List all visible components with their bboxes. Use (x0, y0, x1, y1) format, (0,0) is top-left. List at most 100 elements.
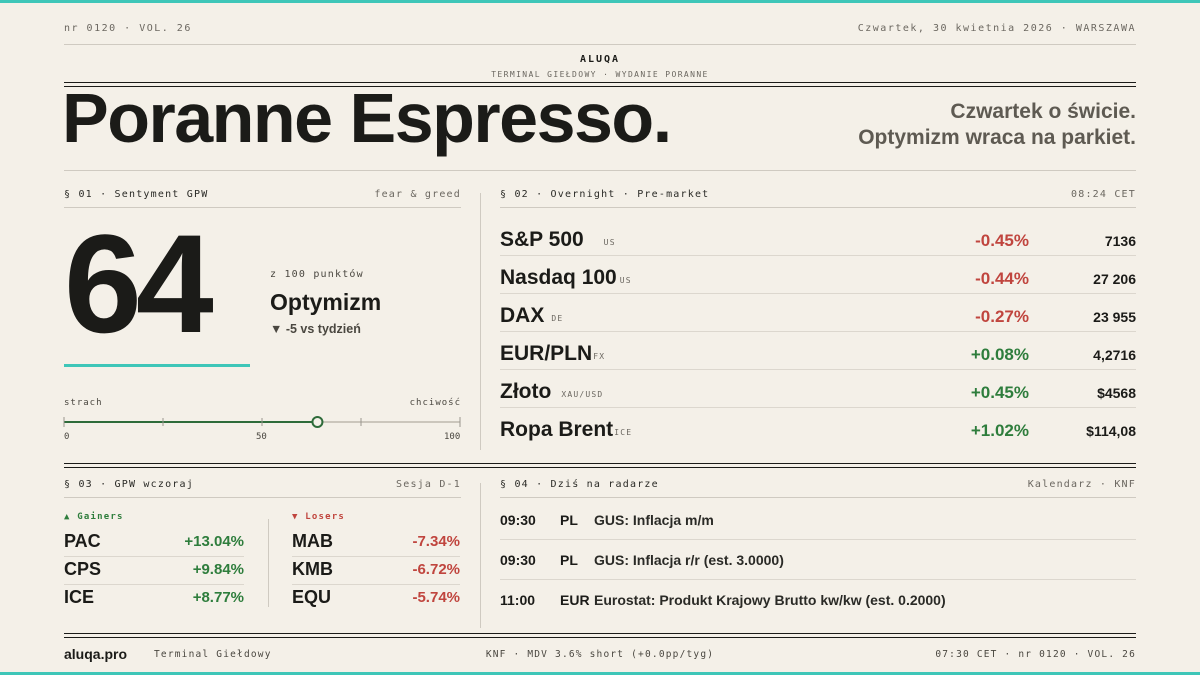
calendar-event: 09:30 PL GUS: Inflacja m/m (500, 500, 1136, 540)
gainer-row: PAC +13.04% (64, 529, 244, 557)
market-value: $4568 (1097, 385, 1136, 401)
loser-row: KMB -6.72% (292, 557, 460, 585)
market-name: Nasdaq 100 (500, 266, 617, 289)
sentiment-change: ▼ -5 vs tydzień (270, 322, 361, 336)
sentiment-score: 64 (64, 205, 214, 362)
column-divider (480, 483, 481, 628)
market-region: US (603, 238, 616, 247)
sentiment-section-label: § 01 · Sentyment GPW (64, 189, 209, 200)
losers-label: ▼ Losers (292, 512, 345, 522)
radar-section-label: § 04 · Dziś na radarze (500, 479, 659, 490)
sentiment-right-label: fear & greed (374, 189, 461, 200)
tagline-line-1: Czwartek o świcie. (950, 100, 1136, 123)
market-name: S&P 500 (500, 228, 584, 251)
sentiment-gauge (63, 416, 461, 428)
market-row-sp500: S&P 500 US -0.45% 7136 (500, 218, 1136, 256)
tagline-line-2: Optymizm wraca na parkiet. (858, 126, 1136, 149)
market-region: US (619, 276, 632, 285)
gainer-row: CPS +9.84% (64, 557, 244, 585)
gauge-marker (311, 416, 324, 428)
market-region: FX (593, 352, 606, 361)
loser-row: EQU -5.74% (292, 585, 460, 613)
calendar-event: 11:00 EUR Eurostat: Produkt Krajowy Brut… (500, 580, 1136, 620)
gauge-left-label: strach (64, 398, 103, 408)
market-name: EUR/PLN (500, 342, 593, 365)
ticker-change: +9.84% (192, 561, 244, 578)
score-scale: z 100 punktów (270, 269, 364, 280)
brand-name: ALUQA (579, 54, 621, 65)
gauge-right-label: chciwość (409, 398, 461, 408)
market-value: 23 955 (1093, 309, 1136, 325)
market-row-gold: Złoto XAU/USD +0.45% $4568 (500, 370, 1136, 408)
ticker: ICE (64, 587, 95, 607)
market-value: 27 206 (1093, 271, 1136, 287)
market-change: +0.45% (970, 383, 1029, 402)
score-underline (64, 364, 250, 367)
issue-number: nr 0120 · VOL. 26 (64, 23, 192, 34)
divider (64, 637, 1136, 638)
event-title: GUS: Inflacja r/r (est. 3.0000) (594, 552, 784, 568)
event-time: 11:00 (500, 592, 536, 608)
yesterday-section-label: § 03 · GPW wczoraj (64, 479, 194, 490)
ticker-change: -7.34% (412, 533, 460, 550)
radar-right-label: Kalendarz · KNF (1027, 479, 1136, 490)
divider (64, 463, 1136, 464)
sentiment-mood: Optymizm (270, 289, 382, 315)
market-region: XAU/USD (561, 390, 604, 399)
market-change: +1.02% (970, 421, 1029, 440)
market-value: $114,08 (1086, 423, 1136, 439)
gauge-tick-label: 0 (64, 432, 70, 442)
ticker: MAB (292, 531, 333, 551)
gauge-tick-label: 100 (444, 432, 461, 442)
divider (64, 467, 1136, 468)
ticker-change: -6.72% (412, 561, 460, 578)
divider (64, 497, 461, 498)
calendar-event: 09:30 PL GUS: Inflacja r/r (est. 3.0000) (500, 540, 1136, 580)
divider (500, 497, 1136, 498)
market-change: -0.45% (975, 231, 1029, 250)
ticker-change: +13.04% (184, 533, 244, 550)
divider (64, 633, 1136, 634)
market-change: -0.44% (975, 269, 1029, 288)
market-region: DE (551, 314, 564, 323)
event-time: 09:30 (500, 552, 536, 568)
column-divider (480, 193, 481, 450)
market-row-dax: DAX DE -0.27% 23 955 (500, 294, 1136, 332)
market-name: Ropa Brent (500, 418, 614, 441)
gainers-label: ▲ Gainers (64, 512, 124, 522)
footer-issue-info: 07:30 CET · nr 0120 · VOL. 26 (935, 649, 1136, 660)
ticker: EQU (292, 587, 332, 607)
market-row-eurpln: EUR/PLNFX +0.08% 4,2716 (500, 332, 1136, 370)
event-title: Eurostat: Produkt Krajowy Brutto kw/kw (… (594, 592, 946, 608)
event-country: PL (560, 512, 578, 528)
column-divider (268, 519, 269, 607)
overnight-section-label: § 02 · Overnight · Pre-market (500, 189, 710, 200)
ticker: PAC (64, 531, 101, 551)
ticker: KMB (292, 559, 333, 579)
event-country: EUR (560, 592, 590, 608)
event-time: 09:30 (500, 512, 536, 528)
loser-row: MAB -7.34% (292, 529, 460, 557)
dateline: Czwartek, 30 kwietnia 2026 · WARSZAWA (857, 23, 1136, 34)
market-change: -0.27% (975, 307, 1029, 326)
market-row-nasdaq100: Nasdaq 100 US -0.44% 27 206 (500, 256, 1136, 294)
market-change: +0.08% (970, 345, 1029, 364)
ticker-change: -5.74% (412, 589, 460, 606)
ticker-change: +8.77% (192, 589, 244, 606)
overnight-time: 08:24 CET (1071, 189, 1136, 200)
yesterday-right-label: Sesja D-1 (396, 479, 461, 490)
event-country: PL (560, 552, 578, 568)
gauge-tick-label: 50 (256, 432, 267, 442)
ticker: CPS (64, 559, 102, 579)
market-name: DAX (500, 304, 545, 327)
market-value: 4,2716 (1093, 347, 1136, 363)
divider (64, 44, 1136, 45)
page-title: Poranne Espresso. (62, 79, 672, 157)
top-accent-bar (0, 0, 1200, 3)
market-region: ICE (614, 428, 633, 437)
market-row-brent: Ropa BrentICE +1.02% $114,08 (500, 408, 1136, 446)
divider (500, 207, 1136, 208)
market-name: Złoto (500, 380, 552, 403)
gainer-row: ICE +8.77% (64, 585, 244, 613)
market-value: 7136 (1104, 233, 1136, 249)
